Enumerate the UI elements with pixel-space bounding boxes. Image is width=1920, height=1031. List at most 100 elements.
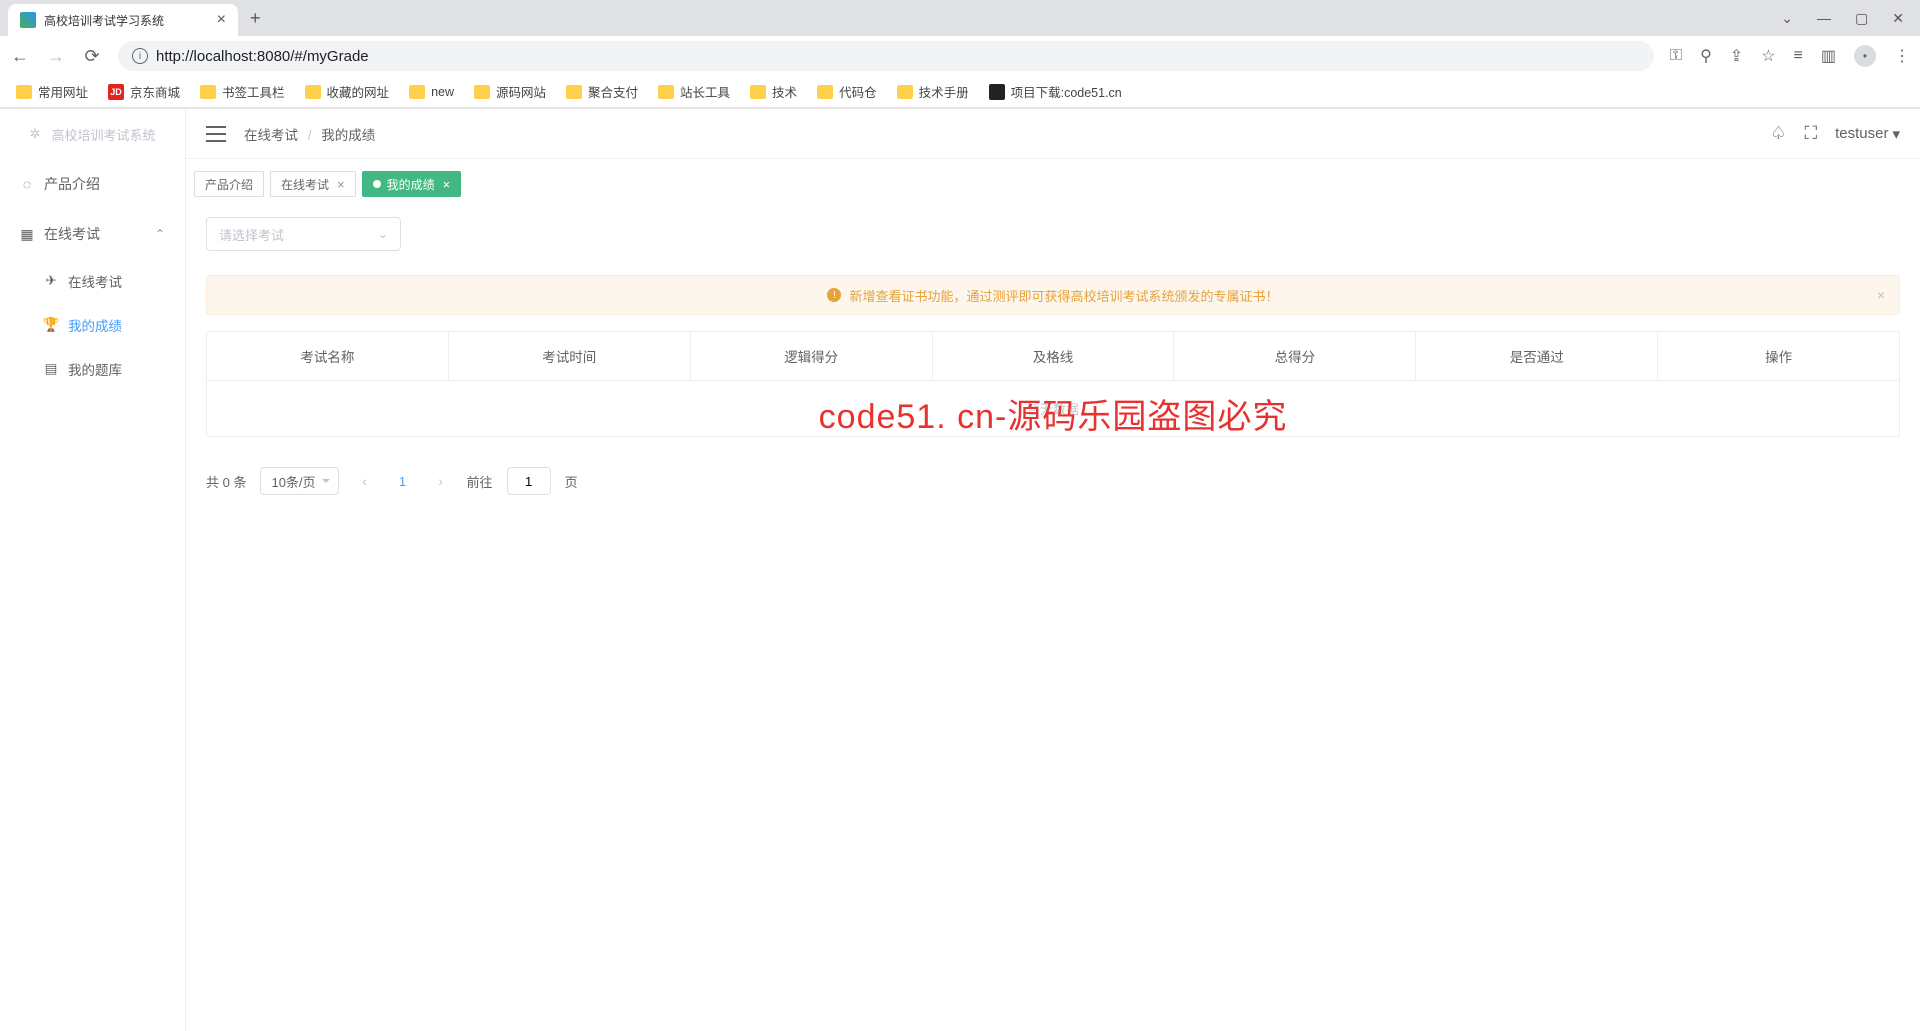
back-button[interactable]: ← <box>10 46 30 67</box>
book-icon: ▤ <box>44 362 58 376</box>
address-row: ← → ⟳ i http://localhost:8080/#/myGrade … <box>0 36 1920 76</box>
breadcrumb-item[interactable]: 在线考试 <box>244 128 298 143</box>
bookmark-item[interactable]: 收藏的网址 <box>305 82 390 101</box>
tab-strip: 高校培训考试学习系统 × + ⌄ — ▢ ✕ <box>0 0 1920 36</box>
browser-chrome: 高校培训考试学习系统 × + ⌄ — ▢ ✕ ← → ⟳ i http://lo… <box>0 0 1920 109</box>
page-tabs: 产品介绍 在线考试 × 我的成绩 × <box>186 159 1920 199</box>
app-root: ✲ 高校培训考试系统 ◌ 产品介绍 ▦ 在线考试 ⌃ ✈ 在线考试 🏆 我的成绩… <box>0 109 1920 1031</box>
close-window-icon[interactable]: ✕ <box>1892 10 1904 27</box>
bookmark-item[interactable]: JD京东商城 <box>108 82 180 101</box>
topbar-right: ♤ ⛶ testuser ▾ <box>1770 123 1900 144</box>
sidebar-item-exam[interactable]: ▦ 在线考试 ⌃ <box>0 209 185 259</box>
jd-icon: JD <box>108 84 124 100</box>
key-icon[interactable]: ⚿ <box>1670 47 1682 65</box>
sidebar-sub-my-bank[interactable]: ▤ 我的题库 <box>0 347 185 391</box>
prev-page-button[interactable]: ‹ <box>353 473 377 489</box>
code51-icon <box>989 84 1005 100</box>
toolbar-right: ⚿ ⚲ ⇪ ☆ ≡ ▥ • ⋮ <box>1670 45 1910 67</box>
trophy-icon: 🏆 <box>44 318 58 332</box>
page-tab-product[interactable]: 产品介绍 <box>194 171 264 197</box>
tab-title: 高校培训考试学习系统 <box>44 12 164 29</box>
bell-icon[interactable]: ♤ <box>1770 123 1786 144</box>
alert-text: 新增查看证书功能，通过测评即可获得高校培训考试系统颁发的专属证书！ <box>849 286 1278 305</box>
fullscreen-icon[interactable]: ⛶ <box>1805 123 1818 144</box>
window-controls: ⌄ — ▢ ✕ <box>1781 10 1920 27</box>
sidebar-toggle[interactable] <box>206 126 226 142</box>
jump-prefix: 前往 <box>467 472 493 491</box>
sidebar: ✲ 高校培训考试系统 ◌ 产品介绍 ▦ 在线考试 ⌃ ✈ 在线考试 🏆 我的成绩… <box>0 109 186 1031</box>
sidebar-sub-my-grade[interactable]: 🏆 我的成绩 <box>0 303 185 347</box>
dashboard-icon: ◌ <box>20 177 34 191</box>
chevron-up-icon: ⌃ <box>155 227 165 241</box>
alert-banner: ! 新增查看证书功能，通过测评即可获得高校培训考试系统颁发的专属证书！ × <box>206 275 1900 315</box>
bookmark-item[interactable]: 聚合支付 <box>566 82 638 101</box>
breadcrumb-sep: / <box>308 128 312 143</box>
tab-close-icon[interactable]: × <box>217 11 226 29</box>
bookmark-item[interactable]: 技术 <box>750 82 797 101</box>
th-passed: 是否通过 <box>1416 332 1658 380</box>
th-logic-score: 逻辑得分 <box>691 332 933 380</box>
alert-close-icon[interactable]: × <box>1877 287 1885 303</box>
share-icon[interactable]: ⇪ <box>1730 46 1743 66</box>
favicon-icon <box>20 12 36 28</box>
th-exam-name: 考试名称 <box>207 332 449 380</box>
browser-tab[interactable]: 高校培训考试学习系统 × <box>8 4 238 36</box>
address-bar[interactable]: i http://localhost:8080/#/myGrade <box>118 41 1654 71</box>
content: 请选择考试 ⌄ ! 新增查看证书功能，通过测评即可获得高校培训考试系统颁发的专属… <box>186 199 1920 1031</box>
site-info-icon[interactable]: i <box>132 48 148 64</box>
next-page-button[interactable]: › <box>429 473 453 489</box>
jump-input[interactable] <box>507 467 551 495</box>
sidebar-sub-online-exam[interactable]: ✈ 在线考试 <box>0 259 185 303</box>
total-text: 共 0 条 <box>206 472 246 491</box>
folder-icon <box>16 85 32 99</box>
reload-button[interactable]: ⟳ <box>82 46 102 67</box>
bookmarks-bar: 常用网址 JD京东商城 书签工具栏 收藏的网址 new 源码网站 聚合支付 站长… <box>0 76 1920 108</box>
folder-icon <box>409 85 425 99</box>
folder-icon <box>305 85 321 99</box>
pagination: 共 0 条 10条/页 ‹ 1 › 前往 页 <box>206 467 1900 495</box>
bookmark-item[interactable]: 站长工具 <box>658 82 730 101</box>
dropdown-icon[interactable]: ⌄ <box>1781 10 1793 27</box>
page-tab-grade[interactable]: 我的成绩 × <box>362 171 462 197</box>
folder-icon <box>897 85 913 99</box>
zoom-icon[interactable]: ⚲ <box>1700 46 1712 66</box>
folder-icon <box>474 85 490 99</box>
exam-select[interactable]: 请选择考试 ⌄ <box>206 217 401 251</box>
page-tab-exam[interactable]: 在线考试 × <box>270 171 356 197</box>
bookmark-star-icon[interactable]: ☆ <box>1761 46 1775 66</box>
minimize-icon[interactable]: — <box>1817 10 1831 27</box>
th-pass-line: 及格线 <box>933 332 1175 380</box>
side-panel-icon[interactable]: ▥ <box>1821 46 1836 66</box>
topbar: 在线考试 / 我的成绩 ♤ ⛶ testuser ▾ <box>186 109 1920 159</box>
profile-avatar[interactable]: • <box>1854 45 1876 67</box>
warning-icon: ! <box>827 288 841 302</box>
select-placeholder: 请选择考试 <box>219 225 284 244</box>
maximize-icon[interactable]: ▢ <box>1855 10 1868 27</box>
bookmark-item[interactable]: 源码网站 <box>474 82 546 101</box>
chevron-down-icon: ⌄ <box>378 227 388 241</box>
gear-icon: ✲ <box>29 126 45 142</box>
bookmark-item[interactable]: 代码仓 <box>817 82 877 101</box>
bookmark-item[interactable]: 技术手册 <box>897 82 969 101</box>
page-size-select[interactable]: 10条/页 <box>260 467 338 495</box>
url-text: http://localhost:8080/#/myGrade <box>156 48 369 65</box>
folder-icon <box>200 85 216 99</box>
bookmark-item[interactable]: 常用网址 <box>16 82 88 101</box>
page-number[interactable]: 1 <box>391 474 415 489</box>
close-tab-icon[interactable]: × <box>337 177 345 192</box>
breadcrumb-item: 我的成绩 <box>321 128 375 143</box>
bookmark-item[interactable]: new <box>409 85 454 99</box>
table-header: 考试名称 考试时间 逻辑得分 及格线 总得分 是否通过 操作 <box>207 332 1899 381</box>
bookmark-item[interactable]: 项目下载:code51.cn <box>989 82 1122 101</box>
reading-list-icon[interactable]: ≡ <box>1794 47 1803 65</box>
jump-suffix: 页 <box>565 472 578 491</box>
sidebar-item-product[interactable]: ◌ 产品介绍 <box>0 159 185 209</box>
bookmark-item[interactable]: 书签工具栏 <box>200 82 285 101</box>
close-tab-icon[interactable]: × <box>443 177 451 192</box>
user-menu[interactable]: testuser ▾ <box>1835 125 1900 143</box>
folder-icon <box>817 85 833 99</box>
new-tab-button[interactable]: + <box>250 8 261 29</box>
folder-icon <box>658 85 674 99</box>
th-action: 操作 <box>1658 332 1899 380</box>
menu-icon[interactable]: ⋮ <box>1894 46 1910 66</box>
